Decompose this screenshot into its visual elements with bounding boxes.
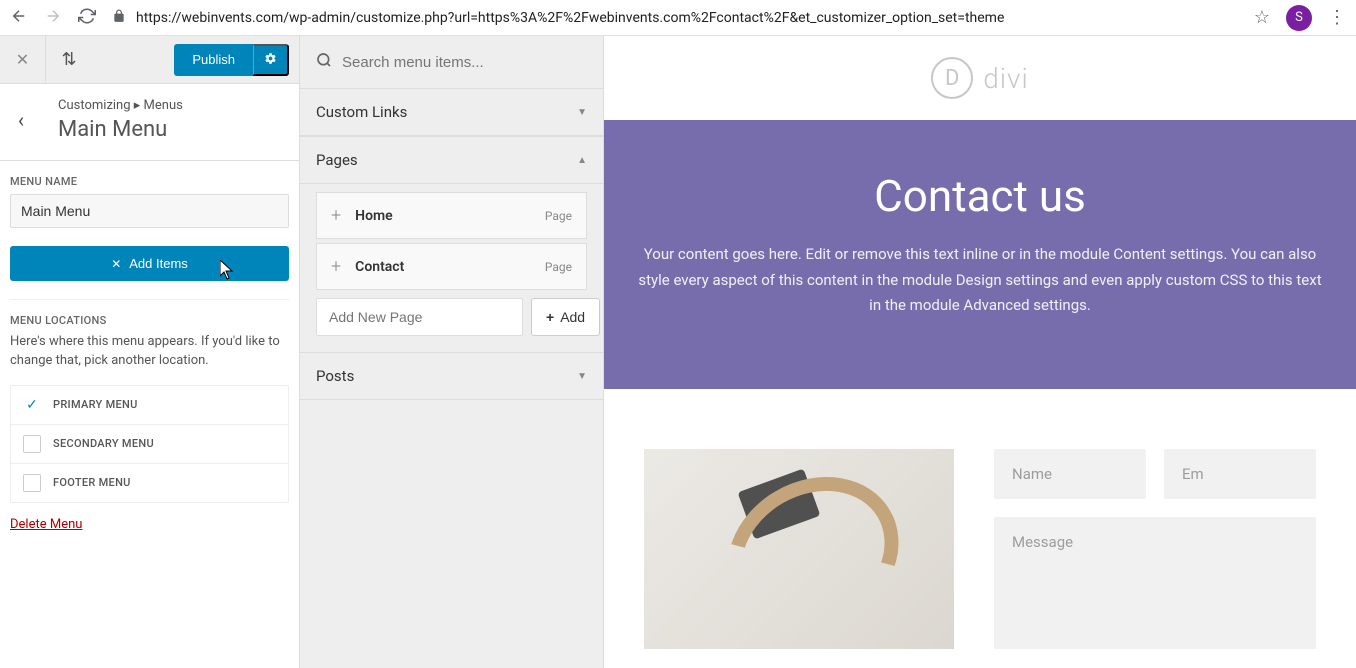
- plus-icon: +: [546, 309, 554, 325]
- site-preview: D divi Contact us Your content goes here…: [604, 36, 1356, 668]
- mouse-cursor: [220, 260, 234, 284]
- plus-icon: +: [331, 205, 341, 226]
- section-title: Main Menu: [58, 117, 183, 142]
- browser-toolbar: https://webinvents.com/wp-admin/customiz…: [0, 0, 1356, 36]
- hero-title: Contact us: [634, 170, 1326, 222]
- browser-menu-icon[interactable]: ⋮: [1328, 7, 1346, 28]
- accordion-posts[interactable]: Posts ▼: [300, 352, 603, 400]
- message-textarea[interactable]: Message: [994, 517, 1316, 649]
- search-icon: [316, 52, 332, 72]
- search-menu-items-input[interactable]: [342, 54, 587, 71]
- back-chevron-icon[interactable]: ‹: [18, 108, 48, 132]
- location-footer-menu[interactable]: FOOTER MENU: [11, 464, 288, 502]
- publish-settings-button[interactable]: [253, 44, 289, 76]
- contact-image[interactable]: [644, 449, 954, 649]
- bookmark-star-icon[interactable]: ☆: [1254, 7, 1270, 28]
- site-logo-text: divi: [983, 62, 1029, 95]
- page-item-home[interactable]: + Home Page: [316, 192, 587, 239]
- chevron-down-icon: ▼: [577, 371, 587, 382]
- reload-icon[interactable]: [78, 7, 96, 29]
- breadcrumb: Customizing ▸ Menus: [58, 98, 183, 113]
- add-new-page-input[interactable]: [316, 298, 523, 336]
- add-new-page-button[interactable]: + Add: [531, 298, 600, 336]
- add-items-panel: Custom Links ▼ Pages ▲ + Home Page + Con…: [300, 36, 604, 668]
- location-secondary-menu[interactable]: SECONDARY MENU: [11, 425, 288, 464]
- site-logo-icon: D: [931, 57, 973, 99]
- lock-icon: [112, 9, 126, 27]
- email-input[interactable]: Em: [1164, 449, 1316, 499]
- menu-name-label: MENU NAME: [10, 175, 289, 188]
- menu-locations-description: Here's where this menu appears. If you'd…: [10, 333, 289, 371]
- accordion-custom-links[interactable]: Custom Links ▼: [300, 88, 603, 136]
- plus-icon: +: [331, 256, 341, 277]
- chevron-up-icon: ▲: [577, 155, 587, 166]
- profile-avatar[interactable]: S: [1286, 5, 1312, 31]
- address-bar[interactable]: https://webinvents.com/wp-admin/customiz…: [112, 9, 1238, 27]
- close-customizer-button[interactable]: ✕: [0, 36, 46, 84]
- checkbox-icon: [23, 474, 41, 492]
- delete-menu-link[interactable]: Delete Menu: [10, 517, 82, 532]
- breadcrumb-link[interactable]: Menus: [144, 98, 183, 113]
- nav-forward-icon[interactable]: [44, 7, 62, 29]
- name-input[interactable]: Name: [994, 449, 1146, 499]
- site-header[interactable]: D divi: [604, 36, 1356, 120]
- url-text: https://webinvents.com/wp-admin/customiz…: [136, 10, 1004, 26]
- hero-section[interactable]: Contact us Your content goes here. Edit …: [604, 120, 1356, 389]
- device-toggle-icon[interactable]: ⇅: [46, 36, 92, 84]
- location-primary-menu[interactable]: ✓ PRIMARY MENU: [11, 386, 288, 425]
- customizer-sidebar: ✕ ⇅ Publish ‹ Customizing ▸ Menus Main M…: [0, 36, 300, 668]
- publish-button[interactable]: Publish: [174, 44, 253, 76]
- menu-locations-label: MENU LOCATIONS: [10, 314, 289, 327]
- checkbox-icon: [23, 435, 41, 453]
- contact-form: Name Em Message: [994, 449, 1316, 649]
- nav-back-icon[interactable]: [10, 7, 28, 29]
- checkbox-checked-icon: ✓: [23, 396, 41, 414]
- accordion-pages[interactable]: Pages ▲: [300, 136, 603, 184]
- add-items-button[interactable]: ✕ Add Items: [10, 246, 289, 281]
- contact-section: Name Em Message: [604, 389, 1356, 649]
- chevron-down-icon: ▼: [577, 107, 587, 118]
- page-item-contact[interactable]: + Contact Page: [316, 243, 587, 290]
- close-icon: ✕: [111, 257, 121, 271]
- hero-description: Your content goes here. Edit or remove t…: [634, 242, 1326, 319]
- menu-locations-list: ✓ PRIMARY MENU SECONDARY MENU FOOTER MEN…: [10, 385, 289, 503]
- menu-name-input[interactable]: [10, 194, 289, 228]
